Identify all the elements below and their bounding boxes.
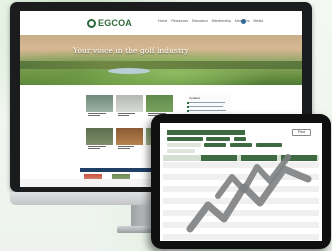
sidebar-link[interactable] [189, 102, 225, 103]
trend-chart-icon [186, 154, 312, 233]
content-tile-3[interactable] [146, 95, 173, 112]
tile-caption [86, 112, 113, 117]
nav-item-membership[interactable]: Membership [212, 19, 231, 23]
nav-item-media[interactable]: Media [254, 19, 264, 23]
content-tile-1[interactable] [86, 95, 113, 112]
hero-pond [108, 68, 150, 74]
nav-item-education[interactable]: Education [192, 19, 208, 23]
tile-caption [86, 145, 113, 150]
nav-item-home[interactable]: Home [158, 19, 167, 23]
tile-caption [116, 112, 143, 117]
sidebar-title: Updates [189, 96, 201, 100]
content-tile-2[interactable] [116, 95, 143, 112]
content-tile-5[interactable] [116, 128, 143, 145]
hero-banner: Your voice in the golf industry [20, 35, 302, 85]
hero-treeline [20, 61, 302, 69]
main-nav: Home Resources Education Membership Memb… [158, 19, 263, 23]
site-header: EGCOA Home Resources Education Membershi… [20, 11, 302, 36]
sidebar-link[interactable] [189, 110, 226, 111]
nav-item-resources[interactable]: Resources [171, 19, 188, 23]
content-tile-4[interactable] [86, 128, 113, 145]
tile-caption [116, 145, 143, 150]
site-logo[interactable]: EGCOA [87, 17, 132, 29]
hero-title: Your voice in the golf industry [73, 46, 189, 55]
logo-text: EGCOA [98, 18, 133, 28]
search-icon[interactable] [241, 19, 246, 24]
sidebar-link[interactable] [189, 106, 223, 107]
logo-ring-icon [87, 18, 96, 28]
